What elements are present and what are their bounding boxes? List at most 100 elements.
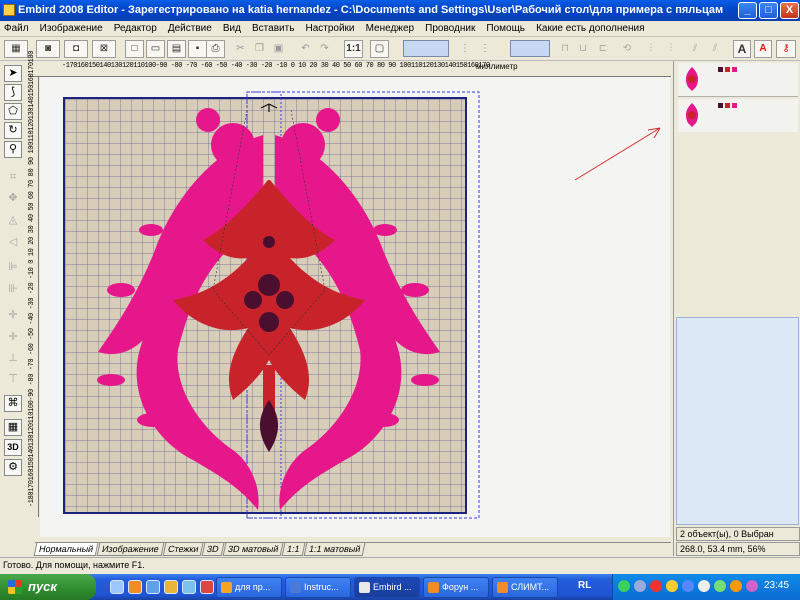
hoop-icon[interactable]: ⊠ — [92, 40, 116, 58]
move-icon[interactable]: ✥ — [4, 190, 22, 207]
menu-insert[interactable]: Вставить — [248, 21, 298, 36]
language-indicator[interactable]: RL — [578, 580, 591, 591]
color-field-1[interactable] — [403, 40, 449, 57]
new-file-icon[interactable]: □ — [125, 40, 144, 58]
settings-icon[interactable]: ⚙ — [4, 459, 22, 476]
maximize-button[interactable]: □ — [759, 2, 778, 19]
messenger-icon[interactable] — [182, 580, 196, 594]
mirror-icon[interactable]: ⊓ — [558, 40, 572, 58]
tray-volume-icon[interactable] — [730, 580, 742, 592]
tab-1-1-matte[interactable]: 1:1 матовый — [303, 543, 366, 556]
object-thumbnail-2[interactable] — [678, 99, 798, 133]
manager-icon[interactable]: ▦ — [4, 40, 28, 58]
menu-addons[interactable]: Какие есть дополнения — [532, 21, 648, 36]
close-button[interactable]: X — [780, 2, 799, 19]
menu-image[interactable]: Изображение — [36, 21, 107, 36]
print-icon[interactable]: ⎙ — [206, 40, 225, 58]
start-button[interactable]: пуск — [0, 574, 96, 600]
lasso-icon[interactable]: ⟆ — [4, 84, 22, 101]
menu-settings[interactable]: Настройки — [301, 21, 358, 36]
menu-explorer[interactable]: Проводник — [421, 21, 479, 36]
tray-speaker-icon[interactable] — [634, 580, 646, 592]
task-embird[interactable]: Embird ... — [354, 577, 420, 598]
title-bar: Embird 2008 Editor - Зарегестрировано на… — [0, 0, 800, 21]
camera-icon[interactable]: ◙ — [36, 40, 60, 58]
undo-icon[interactable]: ↶ — [297, 40, 314, 58]
show-desktop-icon[interactable] — [110, 580, 124, 594]
flip-icon[interactable]: ⊏ — [596, 40, 610, 58]
embroidery-design[interactable] — [63, 90, 503, 520]
copy-icon[interactable]: ❐ — [251, 40, 268, 58]
center-icon[interactable]: ✛ — [4, 307, 22, 324]
tray-misc-icon[interactable] — [746, 580, 758, 592]
tab-3d[interactable]: 3D — [202, 543, 225, 556]
distribute-2-icon[interactable]: ⊤ — [4, 371, 22, 388]
ie-icon[interactable] — [146, 580, 160, 594]
magnifier-icon[interactable]: ⚲ — [4, 141, 22, 158]
polygon-select-icon[interactable]: ⬠ — [4, 103, 22, 120]
flip-horizontal-icon[interactable]: ◁ — [4, 234, 22, 251]
menu-view[interactable]: Вид — [219, 21, 245, 36]
camera-settings-icon[interactable]: ◘ — [64, 40, 88, 58]
rotate-tool-icon[interactable]: ↻ — [4, 122, 22, 139]
key-icon[interactable]: ⚷ — [776, 40, 796, 58]
skew-icon[interactable]: ◬ — [4, 212, 22, 229]
tab-3d-matte[interactable]: 3D матовый — [222, 543, 284, 556]
menu-action[interactable]: Действие — [164, 21, 216, 36]
menu-edit[interactable]: Редактор — [110, 21, 161, 36]
object-thumbnail-1[interactable] — [678, 63, 798, 97]
tray-skype-icon[interactable] — [714, 580, 726, 592]
grid-icon[interactable]: ▦ — [4, 419, 22, 436]
tray-update-icon[interactable] — [682, 580, 694, 592]
menu-file[interactable]: Файл — [0, 21, 33, 36]
text-edit-icon[interactable]: A — [754, 40, 772, 58]
resize-icon[interactable]: ⌗ — [4, 169, 22, 186]
object-panel-empty — [676, 132, 800, 315]
opera-icon[interactable] — [200, 580, 214, 594]
open-folder-icon[interactable]: ▭ — [146, 40, 165, 58]
color-field-2[interactable] — [510, 40, 550, 57]
save-icon[interactable]: ▪ — [188, 40, 207, 58]
mirror-2-icon[interactable]: ⊔ — [576, 40, 590, 58]
task-instruc[interactable]: Instruc... — [285, 577, 351, 598]
task-forum[interactable]: Форун ... — [423, 577, 489, 598]
align-2-icon[interactable]: ⋮ — [478, 40, 492, 58]
swatch-plum-1 — [718, 67, 723, 72]
hoop-size-icon[interactable]: ▢ — [370, 40, 389, 58]
align-left-icon[interactable]: ⊫ — [4, 259, 22, 276]
select-arrow-icon[interactable]: ➤ — [4, 65, 22, 82]
paste-icon[interactable]: ▣ — [270, 40, 287, 58]
window-title: Embird 2008 Editor - Зарегестрировано на… — [18, 4, 723, 16]
tray-usb-icon[interactable] — [698, 580, 710, 592]
tab-stitches[interactable]: Стежки — [162, 543, 204, 556]
tab-normal[interactable]: Нормальный — [33, 543, 99, 556]
zoom-1-1-button[interactable]: 1:1 — [344, 40, 363, 58]
join-icon[interactable]: ⫽ — [708, 40, 722, 58]
task-folder[interactable]: для пр... — [216, 577, 282, 598]
align-icon[interactable]: ⋮ — [458, 40, 472, 58]
menu-help[interactable]: Помощь — [482, 21, 529, 36]
split-icon[interactable]: ⫽ — [688, 40, 702, 58]
firefox-icon[interactable] — [128, 580, 142, 594]
tab-image[interactable]: Изображение — [96, 543, 165, 556]
tray-antivirus-icon[interactable] — [650, 580, 662, 592]
sequence-icon[interactable]: ⌘ — [4, 395, 22, 412]
center-2-icon[interactable]: ✛ — [4, 329, 22, 346]
media-icon[interactable] — [164, 580, 178, 594]
stitch-icon[interactable]: ⫶ — [644, 40, 658, 58]
task-slimt[interactable]: СЛИМТ... — [492, 577, 558, 598]
tray-messenger-icon[interactable] — [666, 580, 678, 592]
rotate-icon[interactable]: ⟲ — [620, 40, 634, 58]
view-3d-icon[interactable]: 3D — [4, 439, 22, 456]
open-file-icon[interactable]: ▤ — [167, 40, 186, 58]
align-right-icon[interactable]: ⊪ — [4, 281, 22, 298]
distribute-icon[interactable]: ⊥ — [4, 350, 22, 367]
tab-1-1[interactable]: 1:1 — [282, 543, 306, 556]
tray-network-icon[interactable] — [618, 580, 630, 592]
redo-icon[interactable]: ↷ — [316, 40, 333, 58]
text-tool-button[interactable]: A — [733, 40, 751, 58]
stitch-2-icon[interactable]: ⫶ — [664, 40, 678, 58]
cut-icon[interactable]: ✂ — [232, 40, 249, 58]
menu-manager[interactable]: Менеджер — [362, 21, 419, 36]
minimize-button[interactable]: _ — [738, 2, 757, 19]
